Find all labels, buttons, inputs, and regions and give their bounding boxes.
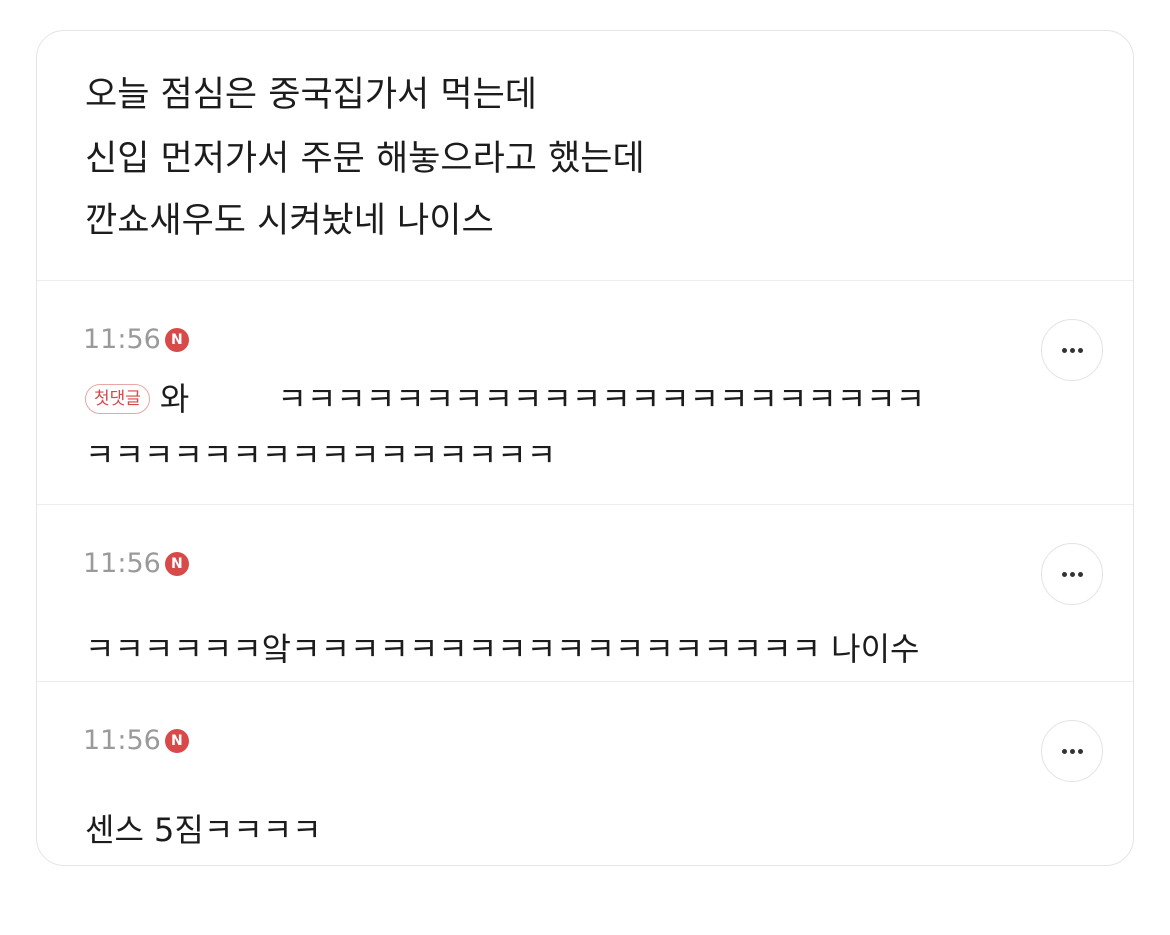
comment-item: 11:56 N ㅋㅋㅋㅋㅋㅋ앜ㅋㅋㅋㅋㅋㅋㅋㅋㅋㅋㅋㅋㅋㅋㅋㅋㅋㅋ 나이수	[37, 505, 1133, 682]
new-icon: N	[164, 328, 189, 352]
comment-meta: 11:56 N	[83, 323, 189, 357]
post-text-line-2: 신입 먼저가서 주문 해놓으라고 했는데	[85, 139, 645, 179]
more-options-button[interactable]	[1041, 720, 1103, 782]
comment-meta: 11:56 N	[83, 724, 189, 758]
post-text-line-3: 깐쇼새우도 시켜놨네 나이스	[85, 201, 494, 241]
comment-text-line-2: ㅋㅋㅋㅋㅋㅋㅋㅋㅋㅋㅋㅋㅋㅋㅋㅋ	[85, 436, 557, 474]
more-horizontal-icon	[1061, 571, 1083, 577]
comment-meta: 11:56 N	[83, 547, 189, 581]
comment-time: 11:56	[83, 725, 161, 756]
comment-text-prefix: 와	[159, 380, 190, 418]
comment-item: 11:56 N 첫댓글 와 ㅋㅋㅋㅋㅋㅋㅋㅋㅋㅋㅋㅋㅋㅋㅋㅋㅋㅋㅋㅋㅋㅋ ㅋㅋㅋ…	[37, 281, 1133, 505]
comment-text: 센스 5짐ㅋㅋㅋㅋ	[85, 811, 322, 849]
post-text-line-1: 오늘 점심은 중국집가서 먹는데	[85, 75, 537, 115]
comment-text-line-1: 첫댓글 와 ㅋㅋㅋㅋㅋㅋㅋㅋㅋㅋㅋㅋㅋㅋㅋㅋㅋㅋㅋㅋㅋㅋ	[85, 377, 925, 421]
more-horizontal-icon	[1061, 347, 1083, 353]
comment-item: 11:56 N 센스 5짐ㅋㅋㅋㅋ	[37, 682, 1133, 865]
new-icon: N	[164, 552, 189, 576]
comment-time: 11:56	[83, 324, 161, 355]
more-options-button[interactable]	[1041, 319, 1103, 381]
more-options-button[interactable]	[1041, 543, 1103, 605]
comment-text: ㅋㅋㅋㅋㅋㅋ앜ㅋㅋㅋㅋㅋㅋㅋㅋㅋㅋㅋㅋㅋㅋㅋㅋㅋㅋ 나이수	[85, 630, 920, 668]
new-icon: N	[164, 729, 189, 753]
comment-text-laugh: ㅋㅋㅋㅋㅋㅋㅋㅋㅋㅋㅋㅋㅋㅋㅋㅋㅋㅋㅋㅋㅋㅋ	[277, 380, 926, 418]
first-comment-badge: 첫댓글	[85, 384, 150, 414]
post-body: 오늘 점심은 중국집가서 먹는데 신입 먼저가서 주문 해놓으라고 했는데 깐쇼…	[37, 31, 1133, 281]
post-card: 오늘 점심은 중국집가서 먹는데 신입 먼저가서 주문 해놓으라고 했는데 깐쇼…	[36, 30, 1134, 866]
more-horizontal-icon	[1061, 748, 1083, 754]
comment-time: 11:56	[83, 548, 161, 579]
